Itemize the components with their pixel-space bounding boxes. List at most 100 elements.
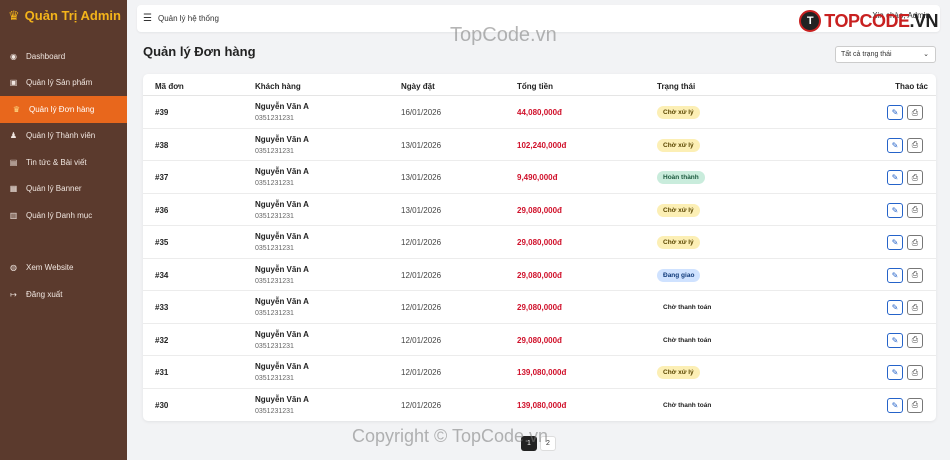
customer-phone: 0351231231 — [255, 212, 294, 220]
sidebar-item-label: Quản lý Sản phẩm — [26, 78, 93, 88]
sidebar-item-3[interactable]: ♟ Quản lý Thành viên — [0, 123, 127, 150]
sidebar-item-2[interactable]: ♛ Quản lý Đơn hàng — [0, 96, 127, 123]
col-order-date: Ngày đặt — [401, 82, 435, 91]
order-id: #35 — [155, 238, 169, 247]
col-actions: Thao tác — [895, 82, 928, 91]
order-date: 12/01/2026 — [401, 270, 442, 280]
print-icon[interactable]: ⎙ — [907, 170, 923, 185]
topbar-title: Quản lý hệ thống — [157, 14, 219, 23]
logout-icon: ↦ — [10, 289, 17, 299]
status-badge: Chờ xử lý — [657, 203, 700, 217]
sidebar-item-6[interactable]: ▥ Quản lý Danh mục — [0, 202, 127, 229]
topcode-logo: T TOPCODE.VN — [799, 10, 938, 32]
edit-icon[interactable]: ✎ — [887, 105, 903, 120]
status-badge: Đang giao — [657, 268, 701, 282]
sidebar-item-label: Xem Website — [26, 263, 74, 273]
status-badge: Chờ xử lý — [657, 236, 700, 249]
order-id: #34 — [155, 270, 169, 280]
order-total: 102,240,000đ — [517, 140, 567, 150]
logo-mark: T — [799, 10, 822, 32]
order-id: #30 — [155, 400, 169, 410]
order-id: #31 — [155, 368, 169, 377]
print-icon[interactable]: ⎙ — [907, 397, 923, 413]
sidebar-item-label: Dashboard — [26, 51, 66, 61]
logo-text: TOPCODE.VN — [824, 11, 938, 32]
sidebar-item-label: Quản lý Banner — [26, 184, 82, 194]
orders-table: Mã đơn Khách hàng Ngày đặt Tổng tiền Trạ… — [143, 74, 936, 421]
sidebar-item-4[interactable]: ▤ Tin tức & Bài viết — [0, 149, 127, 176]
order-id: #36 — [155, 205, 169, 215]
chevron-down-icon: ⌄ — [923, 51, 929, 58]
status-filter-select[interactable]: Tất cả trạng thái ⌄ — [835, 46, 936, 63]
page-title: Quản lý Đơn hàng — [143, 44, 256, 59]
sidebar-item-label: Quản lý Đơn hàng — [29, 104, 95, 114]
customer-phone: 0351231231 — [255, 245, 294, 252]
table-header: Mã đơn Khách hàng Ngày đặt Tổng tiền Trạ… — [143, 74, 936, 96]
edit-icon[interactable]: ✎ — [887, 397, 903, 413]
news-icon: ▤ — [9, 157, 18, 167]
order-total: 44,080,000đ — [517, 108, 562, 117]
watermark-top: TopCode.vn — [450, 24, 557, 46]
print-icon[interactable]: ⎙ — [907, 300, 923, 315]
status-badge: Chờ xử lý — [657, 106, 700, 119]
print-icon[interactable]: ⎙ — [907, 202, 923, 218]
order-id: #32 — [155, 335, 169, 345]
order-total: 29,080,000đ — [517, 205, 562, 215]
customer-phone: 0351231231 — [255, 115, 294, 122]
edit-icon[interactable]: ✎ — [887, 267, 903, 283]
menu-spacer — [0, 229, 127, 255]
status-badge: Hoàn thành — [657, 171, 705, 184]
brand-title: Quản Trị Admin — [24, 7, 121, 23]
status-badge: Chờ xử lý — [657, 366, 700, 379]
sidebar-menu: ◉ Dashboard ▣ Quản lý Sản phẩm ♛ Quản lý Đơn … — [0, 43, 127, 308]
order-total: 139,080,000đ — [517, 368, 567, 377]
edit-icon[interactable]: ✎ — [887, 300, 903, 315]
customer-name: Nguyễn Văn A — [255, 102, 309, 111]
customer-phone: 0351231231 — [255, 180, 294, 187]
edit-icon[interactable]: ✎ — [887, 170, 903, 185]
table-row: #38 Nguyễn Văn A 0351231231 13/01/2026 102,2… — [143, 129, 936, 161]
customer-name: Nguyễn Văn A — [255, 362, 309, 371]
edit-icon[interactable]: ✎ — [887, 235, 903, 250]
customer-phone: 0351231231 — [255, 407, 294, 415]
status-badge: Chờ thanh toán — [663, 336, 712, 344]
customer-name: Nguyễn Văn A — [255, 394, 309, 404]
sidebar-item-5[interactable]: ▦ Quản lý Banner — [0, 176, 127, 203]
print-icon[interactable]: ⎙ — [907, 235, 923, 250]
order-date: 12/01/2026 — [401, 400, 442, 410]
edit-icon[interactable]: ✎ — [887, 137, 903, 153]
table-row: #36 Nguyễn Văn A 0351231231 13/01/2026 29,08… — [143, 194, 936, 226]
customer-phone: 0351231231 — [255, 277, 294, 285]
sidebar-item-b0[interactable]: ◍ Xem Website — [0, 255, 127, 282]
print-icon[interactable]: ⎙ — [907, 332, 923, 348]
sidebar-item-b1[interactable]: ↦ Đăng xuất — [0, 281, 127, 308]
customer-phone: 0351231231 — [255, 375, 294, 382]
sidebar-item-1[interactable]: ▣ Quản lý Sản phẩm — [0, 70, 127, 97]
edit-icon[interactable]: ✎ — [887, 365, 903, 380]
order-id: #37 — [155, 173, 169, 182]
table-row: #32 Nguyễn Văn A 0351231231 12/01/2026 29,08… — [143, 324, 936, 356]
print-icon[interactable]: ⎙ — [907, 137, 923, 153]
print-icon[interactable]: ⎙ — [907, 365, 923, 380]
customer-name: Nguyễn Văn A — [255, 232, 309, 241]
order-total: 29,080,000đ — [517, 238, 562, 247]
customer-phone: 0351231231 — [255, 342, 294, 350]
order-total: 29,080,000đ — [517, 303, 562, 312]
order-date: 13/01/2026 — [401, 140, 442, 150]
logo-text-red: TOPCODE — [824, 10, 910, 31]
order-date: 12/01/2026 — [401, 238, 442, 247]
sidebar: ♛ Quản Trị Admin ◉ Dashboard ▣ Quản lý Sản … — [0, 0, 127, 460]
sidebar-item-0[interactable]: ◉ Dashboard — [0, 43, 127, 70]
table-row: #30 Nguyễn Văn A 0351231231 12/01/2026 139,0… — [143, 389, 936, 422]
print-icon[interactable]: ⎙ — [907, 105, 923, 120]
edit-icon[interactable]: ✎ — [887, 202, 903, 218]
print-icon[interactable]: ⎙ — [907, 267, 923, 283]
users-icon: ♟ — [9, 131, 18, 141]
hamburger-icon[interactable]: ☰ — [143, 13, 152, 24]
sidebar-item-label: Đăng xuất — [26, 289, 63, 299]
watermark-bottom: Copyright © TopCode.vn — [352, 426, 549, 446]
edit-icon[interactable]: ✎ — [887, 332, 903, 348]
col-customer: Khách hàng — [255, 82, 301, 91]
logo-text-dark: .VN — [909, 10, 938, 31]
sidebar-brand[interactable]: ♛ Quản Trị Admin — [0, 0, 127, 30]
